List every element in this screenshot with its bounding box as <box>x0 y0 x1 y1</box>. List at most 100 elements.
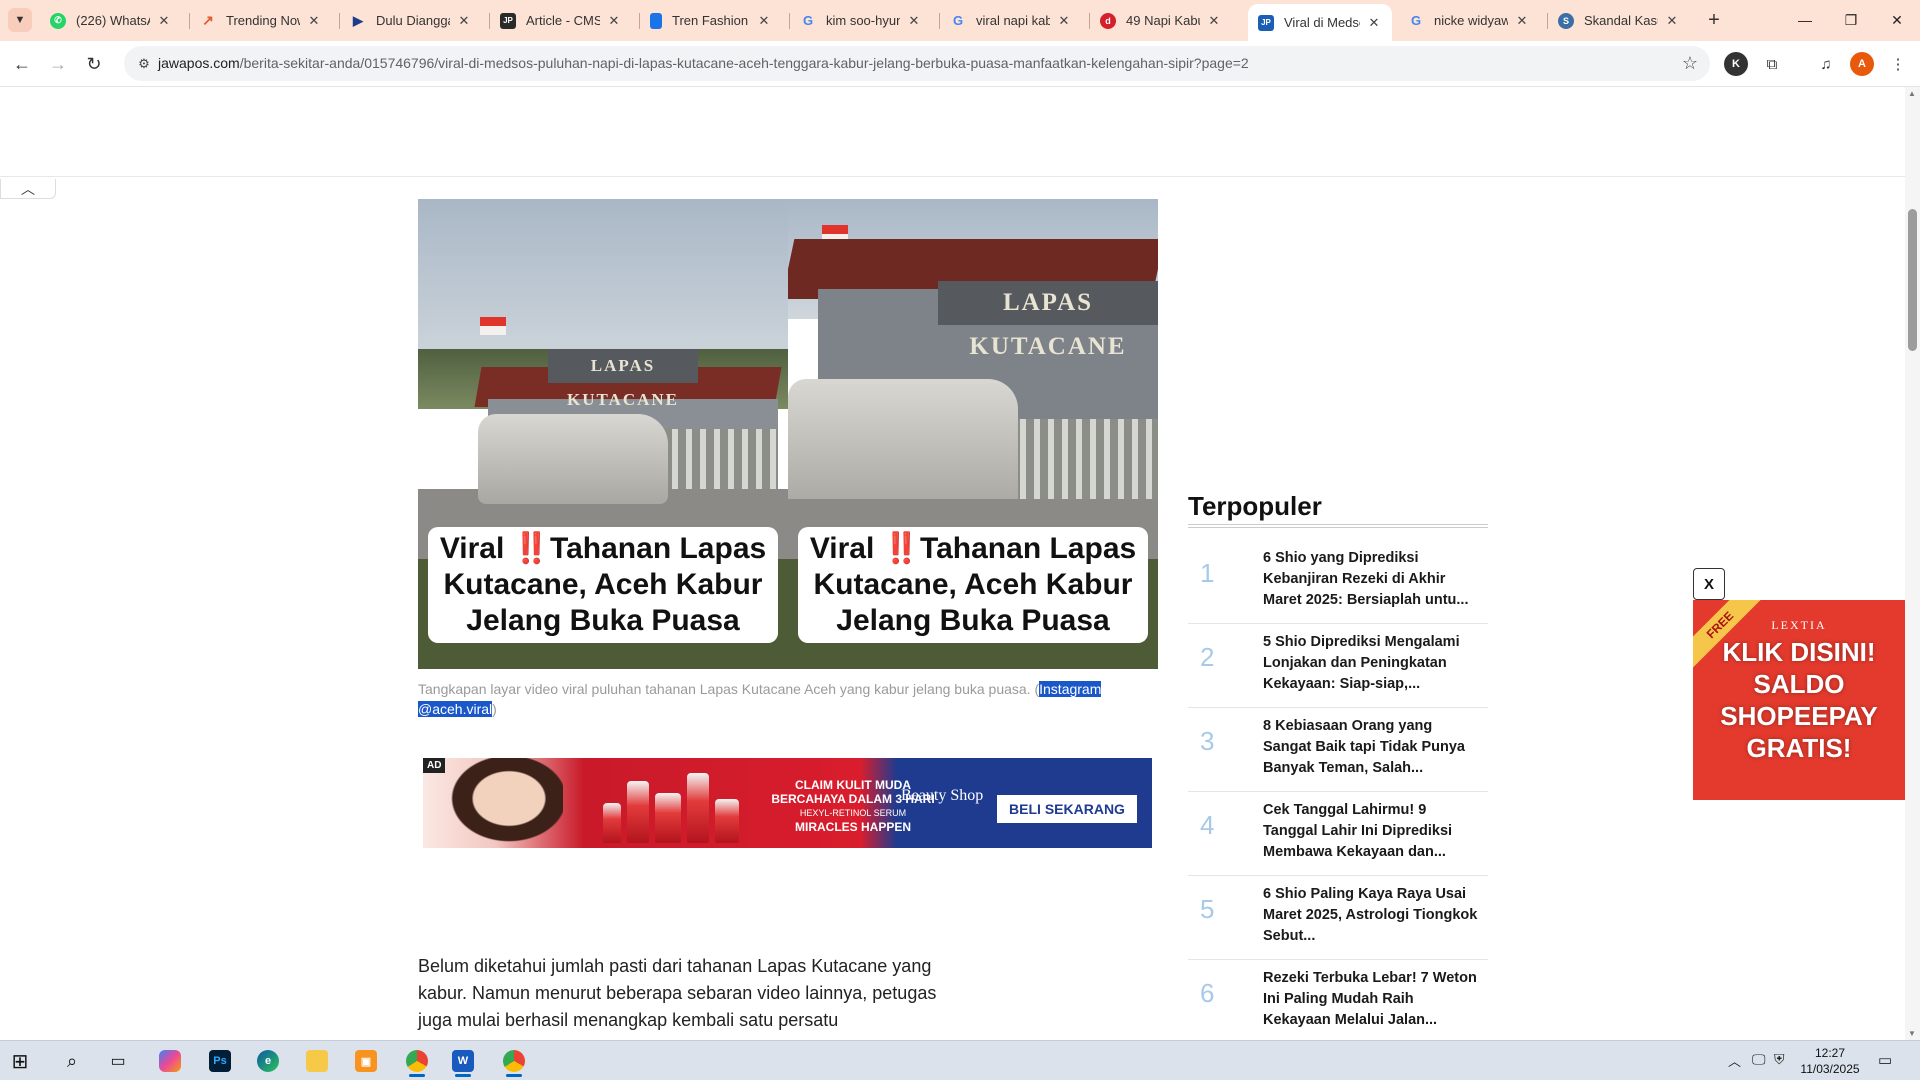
banner-ad[interactable]: CLAIM KULIT MUDA BERCAHAYA DALAM 3 HARI … <box>423 758 1152 848</box>
close-icon[interactable]: ✕ <box>1514 13 1530 29</box>
close-icon[interactable]: ✕ <box>606 13 622 29</box>
media-controls-icon[interactable]: ♫ <box>1814 52 1838 76</box>
float-ad-brand: LEXTIA <box>1693 618 1905 633</box>
scroll-down-icon[interactable]: ▼ <box>1908 1029 1916 1038</box>
taskbar-app-word[interactable]: W <box>443 1045 483 1077</box>
taskbar-app-chrome-2[interactable] <box>494 1045 534 1077</box>
popular-item[interactable]: 5 6 Shio Paling Kaya Raya Usai Maret 202… <box>1188 876 1488 960</box>
popular-item[interactable]: 6 Rezeki Terbuka Lebar! 7 Weton Ini Pali… <box>1188 960 1488 1040</box>
overlay-bang: ‼️ <box>512 532 551 565</box>
tray-overflow-chevron-icon[interactable]: ︿ <box>1728 1051 1741 1070</box>
ad-product-image <box>593 768 743 843</box>
scroll-up-icon[interactable]: ▲ <box>1908 89 1916 98</box>
close-icon[interactable]: ✕ <box>906 13 922 29</box>
extension-k-icon[interactable]: K <box>1724 52 1748 76</box>
forward-button[interactable]: → <box>44 50 72 78</box>
page-viewport: ︿ LAPAS KUTACANE Viral ‼️Tahanan Lapas K… <box>0 87 1905 1040</box>
tab-title: Viral di Medsos <box>1284 15 1360 30</box>
close-icon[interactable]: ✕ <box>456 13 472 29</box>
url-text[interactable]: jawapos.com/berita-sekitar-anda/01574679… <box>158 55 1249 71</box>
tab-kim-soo-hyun[interactable]: G kim soo-hyun ✕ <box>790 6 932 35</box>
tab-viral-di-medsos[interactable]: JP Viral di Medsos ✕ <box>1248 4 1392 41</box>
taskbar-app-chrome[interactable] <box>397 1045 437 1077</box>
extensions-puzzle-icon[interactable]: ⧉ <box>1760 52 1784 76</box>
sidebar-title-rule <box>1188 524 1488 528</box>
close-icon[interactable]: ✕ <box>306 13 322 29</box>
popular-item[interactable]: 3 8 Kebiasaan Orang yang Sangat Baik tap… <box>1188 708 1488 792</box>
security-shield-icon[interactable]: ⛨ <box>1774 1051 1785 1068</box>
new-tab-button[interactable]: + <box>1702 8 1726 32</box>
menu-kebab-icon[interactable]: ⋮ <box>1886 52 1910 76</box>
close-icon[interactable]: ✕ <box>1056 13 1072 29</box>
popular-item[interactable]: 1 6 Shio yang Diprediksi Kebanjiran Reze… <box>1188 540 1488 624</box>
popular-item-title[interactable]: 6 Shio yang Diprediksi Kebanjiran Rezeki… <box>1263 548 1483 611</box>
taskbar-app-photoshop[interactable]: Ps <box>200 1045 240 1077</box>
close-icon[interactable]: ✕ <box>156 13 172 29</box>
tab-strip: ▼ ✆ (226) WhatsApp ✕ ↗ Trending Now ✕ ▶ … <box>0 0 1920 41</box>
ad-cta-button[interactable]: BELI SEKARANG <box>997 795 1137 823</box>
tab-skandal-kasus[interactable]: S Skandal Kasus ✕ <box>1548 6 1690 35</box>
tab-title: kim soo-hyun <box>826 13 900 28</box>
restore-icon: ❐ <box>1844 11 1858 28</box>
bookmark-star-icon[interactable]: ☆ <box>1682 53 1698 74</box>
edge-icon: e <box>257 1050 279 1072</box>
task-view-button[interactable]: ▭ <box>98 1045 138 1077</box>
article-body-text: Belum diketahui jumlah pasti dari tahana… <box>418 956 937 1030</box>
tab-nicke-widyawati[interactable]: G nicke widyawati ✕ <box>1398 6 1540 35</box>
google-icon: G <box>802 13 814 28</box>
float-ad-banner[interactable]: FREE LEXTIA KLIK DISINI! SALDO SHOPEEPAY… <box>1693 600 1905 800</box>
reload-button[interactable]: ↻ <box>80 50 108 78</box>
caption-text: Tangkapan layar video viral puluhan taha… <box>418 681 1040 697</box>
popular-item[interactable]: 2 5 Shio Diprediksi Mengalami Lonjakan d… <box>1188 624 1488 708</box>
site-info-icon[interactable]: ⚙ <box>134 54 154 74</box>
close-icon[interactable]: ✕ <box>1366 15 1382 31</box>
tab-title: Article - CMS E <box>526 13 600 28</box>
taskbar-app-orange[interactable]: ▣ <box>346 1045 386 1077</box>
address-bar[interactable]: ⚙ jawapos.com/berita-sekitar-anda/015746… <box>124 46 1710 81</box>
tab-search-button[interactable]: ▼ <box>8 8 32 32</box>
taskbar-app-file-explorer[interactable] <box>297 1045 337 1077</box>
cms-icon: JP <box>500 12 516 29</box>
article-hero-image[interactable]: LAPAS KUTACANE Viral ‼️Tahanan Lapas Kut… <box>418 199 1158 669</box>
ad-model-image <box>443 758 563 848</box>
close-icon[interactable]: ✕ <box>1664 13 1680 29</box>
popular-item-number: 1 <box>1200 558 1215 588</box>
profile-avatar[interactable]: A <box>1850 52 1874 76</box>
scrollbar-thumb[interactable] <box>1908 209 1917 351</box>
popular-item-title[interactable]: 8 Kebiasaan Orang yang Sangat Baik tapi … <box>1263 716 1483 779</box>
tab-article-cms[interactable]: JP Article - CMS E ✕ <box>490 6 632 35</box>
float-line3: SHOPEEPAY <box>1720 701 1878 731</box>
float-line4: GRATIS! <box>1746 733 1852 763</box>
tab-whatsapp[interactable]: ✆ (226) WhatsApp ✕ <box>40 6 182 35</box>
start-button[interactable]: ⊞ <box>0 1045 40 1077</box>
taskbar-clock[interactable]: 12:27 11/03/2025 <box>1790 1045 1870 1077</box>
tab-tren-fashion[interactable]: Tren Fashion Le ✕ <box>640 6 782 35</box>
close-icon[interactable]: ✕ <box>1206 13 1222 29</box>
back-button[interactable]: ← <box>8 50 36 78</box>
close-icon[interactable]: ✕ <box>756 13 772 29</box>
network-icon[interactable]: 🖵 <box>1752 1051 1766 1068</box>
popular-item[interactable]: 4 Cek Tanggal Lahirmu! 9 Tanggal Lahir I… <box>1188 792 1488 876</box>
float-ad-close-button[interactable]: X <box>1693 568 1725 600</box>
close-window-button[interactable]: ✕ <box>1874 5 1920 35</box>
copilot-icon <box>159 1050 181 1072</box>
tab-trending[interactable]: ↗ Trending Now ✕ <box>190 6 332 35</box>
taskbar-search-button[interactable]: ⌕ <box>52 1045 92 1077</box>
collapse-ad-button[interactable]: ︿ <box>0 179 56 199</box>
notifications-icon[interactable]: ▭ <box>1878 1051 1892 1069</box>
tab-dulu-dianggap[interactable]: ▶ Dulu Dianggap ✕ <box>340 6 482 35</box>
popular-item-title[interactable]: 6 Shio Paling Kaya Raya Usai Maret 2025,… <box>1263 884 1483 947</box>
tab-viral-napi[interactable]: G viral napi kabur ✕ <box>940 6 1082 35</box>
restore-button[interactable]: ❐ <box>1828 5 1874 35</box>
tab-49-napi[interactable]: d 49 Napi Kabur ✕ <box>1090 6 1232 35</box>
page-scrollbar[interactable]: ▲ ▼ <box>1905 87 1920 1040</box>
popular-item-title[interactable]: 5 Shio Diprediksi Mengalami Lonjakan dan… <box>1263 632 1483 695</box>
popular-item-title[interactable]: Rezeki Terbuka Lebar! 7 Weton Ini Paling… <box>1263 968 1483 1031</box>
popular-item-number: 5 <box>1200 894 1215 924</box>
tab-title: Skandal Kasus <box>1584 13 1658 28</box>
hero-overlay-text: Viral ‼️Tahanan Lapas Kutacane, Aceh Kab… <box>798 527 1148 643</box>
popular-item-title[interactable]: Cek Tanggal Lahirmu! 9 Tanggal Lahir Ini… <box>1263 800 1483 863</box>
taskbar-app-copilot[interactable] <box>150 1045 190 1077</box>
taskbar-app-edge[interactable]: e <box>248 1045 288 1077</box>
minimize-button[interactable]: — <box>1782 5 1828 35</box>
